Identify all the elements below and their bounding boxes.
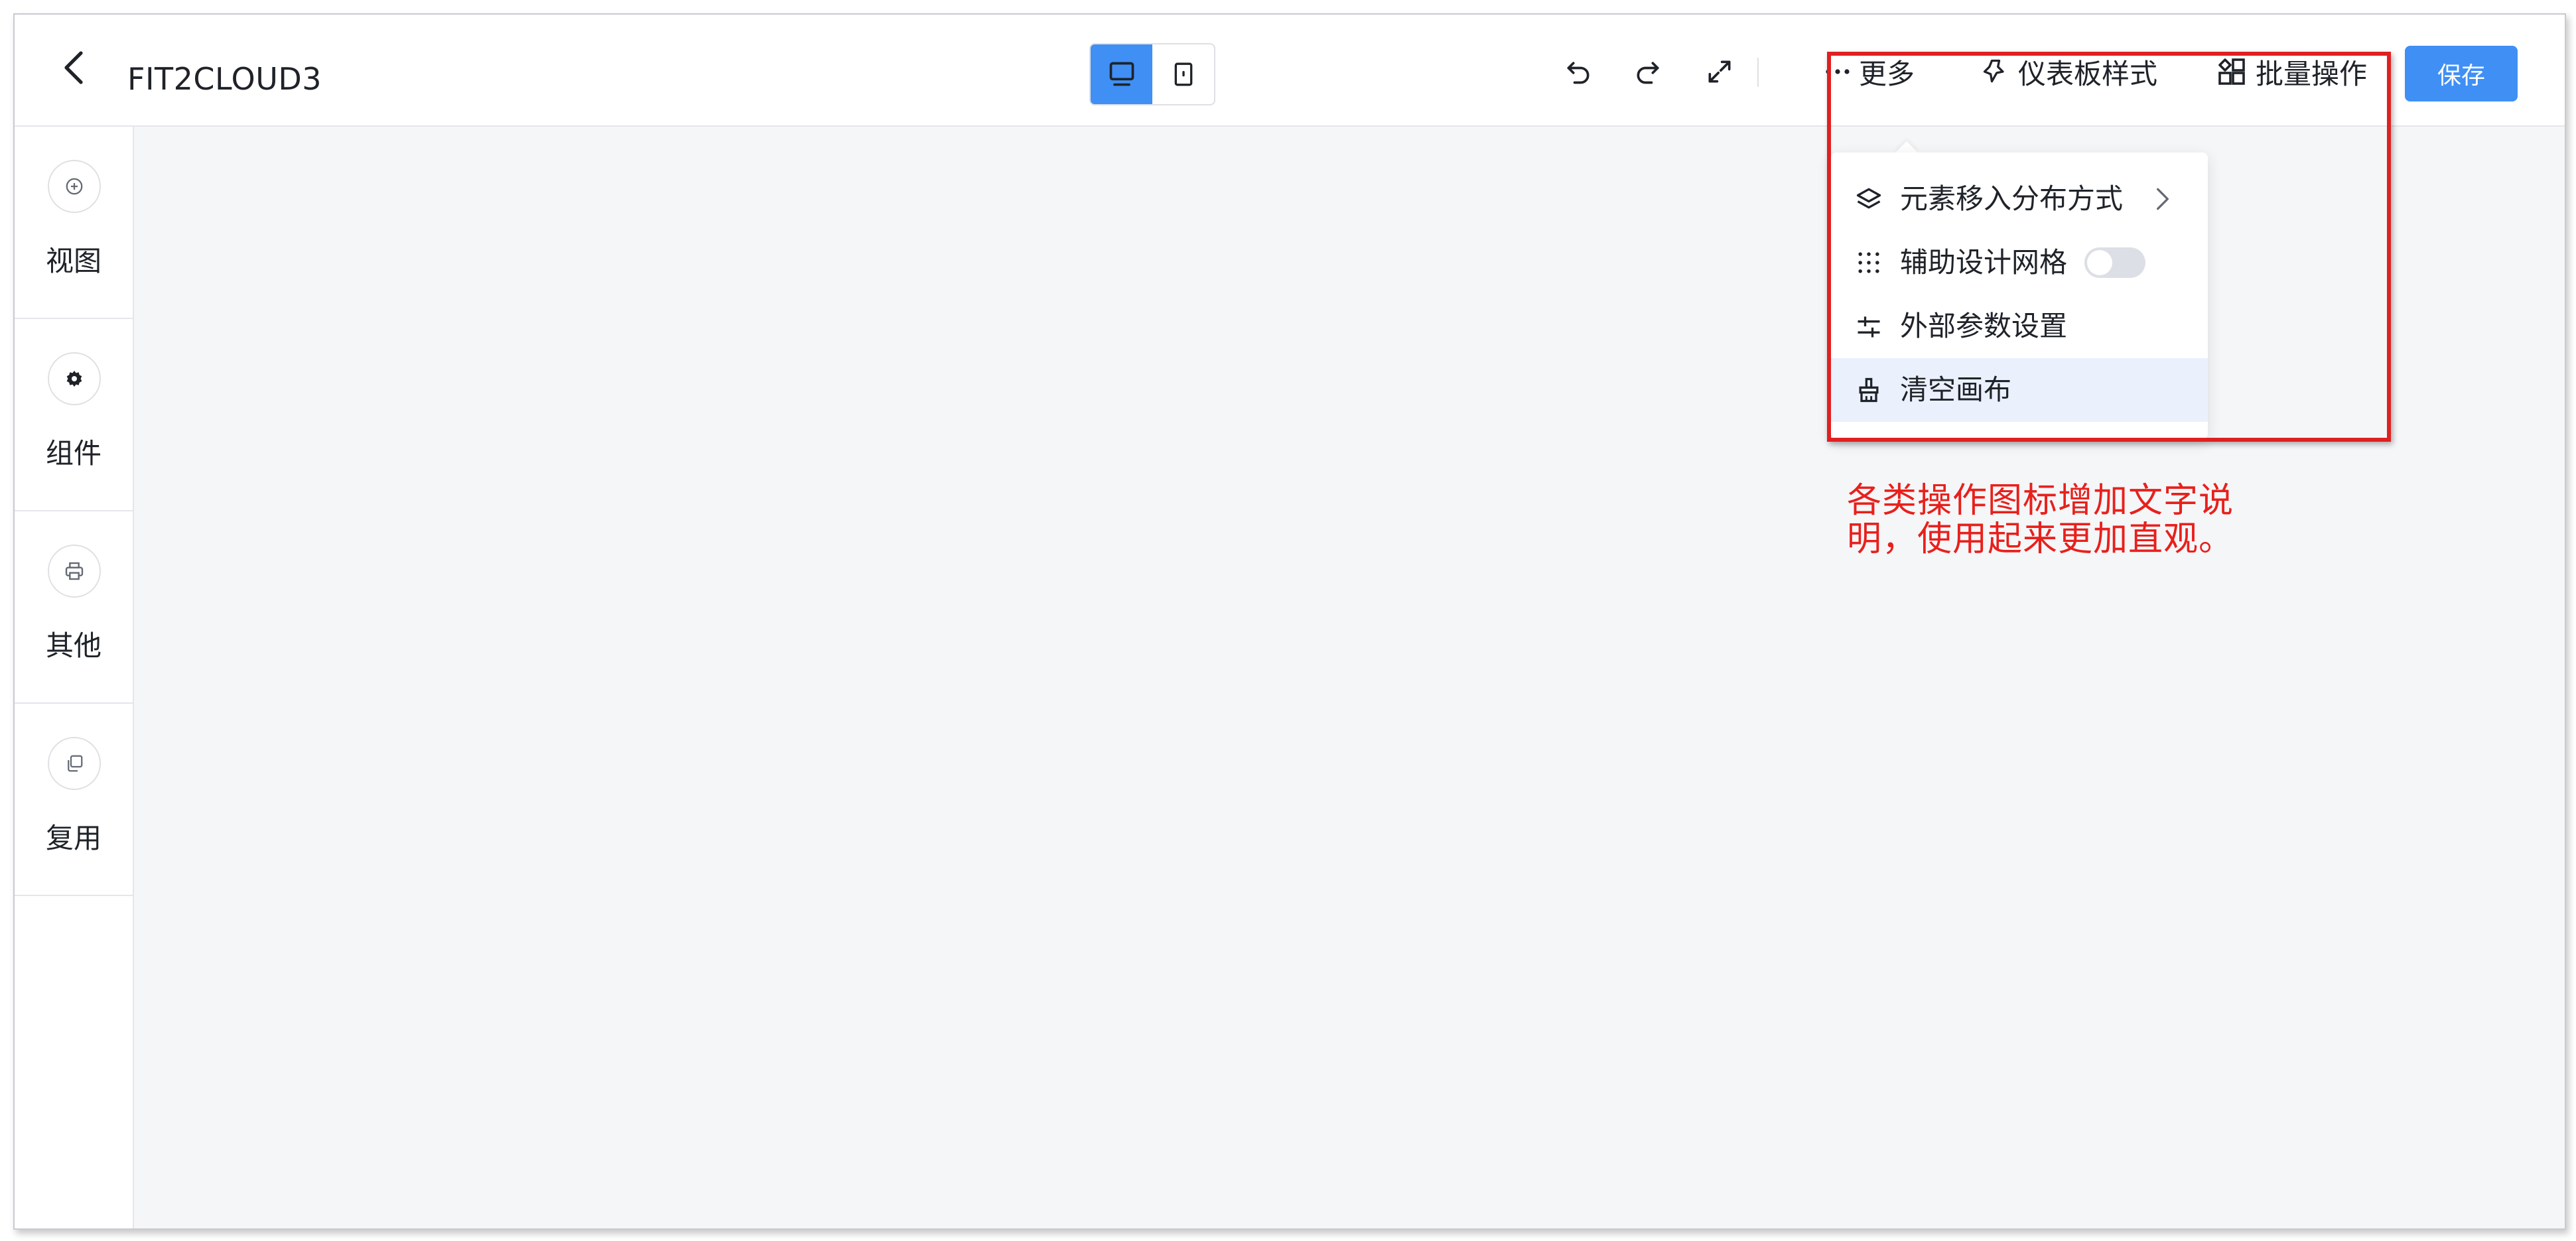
chevron-left-icon [64, 51, 83, 84]
sidebar-item-view[interactable]: 视图 [15, 127, 133, 319]
gear-icon [48, 352, 101, 405]
copy-icon [48, 737, 101, 790]
undo-icon [1567, 62, 1590, 84]
left-sidebar: 视图 组件 其他 复用 [15, 127, 134, 1228]
sidebar-item-label: 组件 [45, 437, 102, 470]
sidebar-item-other[interactable]: 其他 [15, 511, 133, 704]
app-window: FIT2CLOUD3 更多 仪表板样式 批量操作 保存 视图 组件 其他 复用 … [13, 13, 2566, 1230]
sidebar-item-reuse[interactable]: 复用 [15, 704, 133, 896]
tablet-icon [1174, 62, 1192, 86]
printer-icon [48, 545, 101, 598]
device-toggle [1089, 43, 1215, 105]
sidebar-item-label: 视图 [45, 245, 102, 277]
back-button[interactable] [54, 48, 94, 88]
toolbar-divider [1757, 58, 1759, 87]
monitor-icon [1109, 62, 1134, 86]
annotation-highlight-box [1827, 52, 2391, 442]
sidebar-item-component[interactable]: 组件 [15, 319, 133, 511]
annotation-note: 各类操作图标增加文字说明，使用起来更加直观。 [1847, 481, 2234, 559]
fullscreen-button[interactable] [1700, 52, 1739, 92]
desktop-view-button[interactable] [1091, 44, 1152, 104]
redo-button[interactable] [1628, 52, 1668, 92]
page-title: FIT2CLOUD3 [127, 61, 322, 97]
redo-icon [1637, 62, 1659, 84]
save-button[interactable]: 保存 [2405, 46, 2518, 101]
undo-button[interactable] [1558, 52, 1598, 92]
mobile-view-button[interactable] [1152, 44, 1214, 104]
sidebar-item-label: 复用 [45, 822, 102, 854]
add-circle-icon [48, 160, 101, 213]
sidebar-item-label: 其他 [45, 629, 102, 662]
expand-icon [1708, 60, 1731, 83]
